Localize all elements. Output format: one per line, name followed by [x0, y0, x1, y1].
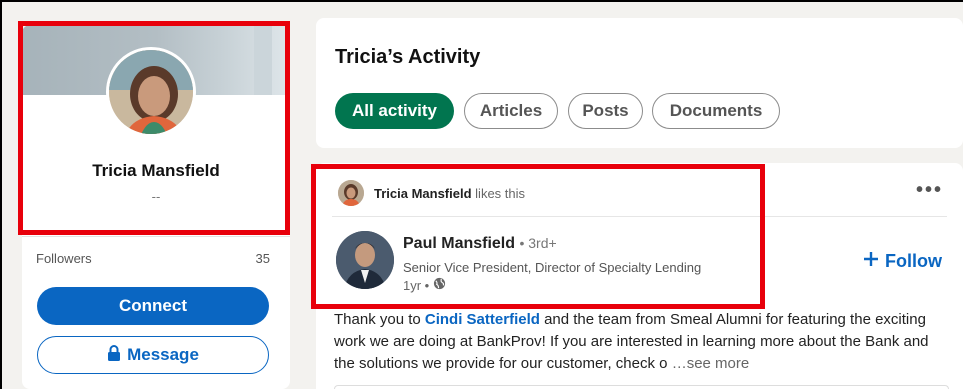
follow-button[interactable]: Follow — [863, 251, 942, 272]
plus-icon — [863, 251, 879, 272]
message-button[interactable]: Message — [37, 336, 269, 374]
tab-label: All activity — [351, 101, 438, 120]
lock-icon — [107, 344, 121, 366]
see-more-link[interactable]: …see more — [672, 355, 750, 372]
post-body-text: Thank you to — [334, 311, 425, 328]
embedded-content-edge — [334, 385, 949, 389]
divider — [22, 236, 290, 237]
post-body: Thank you to Cindi Satterfield and the t… — [334, 309, 949, 375]
follow-label: Follow — [885, 251, 942, 271]
highlight-box-profile — [18, 21, 290, 235]
followers-label: Followers — [36, 251, 92, 266]
activity-card: Tricia’s Activity All activity Articles … — [316, 18, 963, 148]
activity-title: Tricia’s Activity — [335, 46, 481, 68]
connect-label: Connect — [119, 296, 187, 315]
window-border-top — [0, 0, 963, 2]
more-horizontal-icon[interactable]: ••• — [916, 179, 943, 202]
tab-label: Posts — [582, 101, 629, 120]
connect-button[interactable]: Connect — [37, 287, 269, 325]
mention-link[interactable]: Cindi Satterfield — [425, 311, 540, 328]
tab-posts[interactable]: Posts — [568, 93, 643, 129]
tab-label: Documents — [669, 101, 763, 120]
tab-label: Articles — [479, 101, 543, 120]
highlight-box-post-header — [311, 164, 765, 309]
message-label: Message — [127, 345, 199, 364]
window-border-left — [0, 0, 2, 389]
tab-articles[interactable]: Articles — [464, 93, 558, 129]
tab-all-activity[interactable]: All activity — [335, 93, 454, 129]
followers-count: 35 — [255, 251, 270, 266]
tab-documents[interactable]: Documents — [652, 93, 780, 129]
